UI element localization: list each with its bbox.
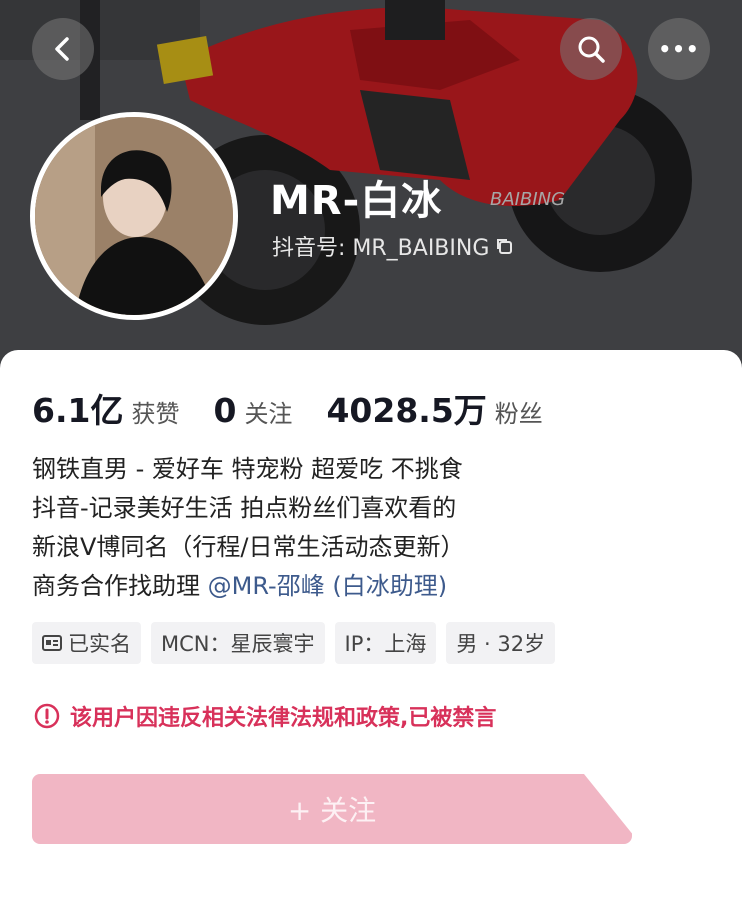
bio-line-3: 新浪V博同名（行程/日常生活动态更新） — [32, 533, 465, 561]
search-button[interactable] — [560, 18, 622, 80]
gender-age-label: 男 · 32岁 — [456, 632, 546, 656]
back-icon — [55, 37, 69, 61]
stats-row: 6.1亿 获赞 0 关注 4028.5万 粉丝 — [32, 384, 577, 432]
search-icon — [578, 36, 605, 63]
gender-age-tag: 男 · 32岁 — [446, 622, 556, 664]
bio-line-2: 抖音-记录美好生活 拍点粉丝们喜欢看的 — [32, 494, 457, 522]
profile-name: MR-白冰 — [270, 178, 443, 224]
verified-label: 已实名 — [68, 632, 131, 656]
mcn-label: MCN：星辰寰宇 — [161, 632, 315, 656]
ban-notice-text: 该用户因违反相关法律法规和政策,已被禁言 — [70, 706, 497, 731]
following-count[interactable]: 0 — [213, 391, 236, 430]
back-button[interactable] — [32, 18, 94, 80]
ban-notice: 该用户因违反相关法律法规和政策,已被禁言 — [34, 700, 496, 732]
more-icon: ••• — [658, 37, 700, 61]
following-label[interactable]: 关注 — [244, 394, 292, 429]
mcn-tag[interactable]: MCN：星辰寰宇 — [151, 622, 325, 664]
douyin-id-text: 抖音号: MR_BAIBING — [272, 236, 490, 261]
follow-button[interactable]: + 关注 — [32, 774, 632, 844]
bio-line-4-text: 商务合作找助理 — [32, 572, 208, 600]
profile-bio: 钢铁直男 - 爱好车 特宠粉 超爱吃 不挑食 抖音-记录美好生活 拍点粉丝们喜欢… — [32, 450, 465, 606]
verified-tag: 已实名 — [32, 622, 141, 664]
likes-count: 6.1亿 — [32, 391, 124, 430]
copy-icon[interactable] — [495, 237, 513, 255]
more-button[interactable]: ••• — [648, 18, 710, 80]
follow-button-label: + 关注 — [287, 794, 377, 827]
profile-banner: BAIBING ••• MR-白冰 抖音号: MR_BAIBING — [0, 0, 742, 380]
assistant-mention-link[interactable]: @MR-邵峰 (白冰助理) — [208, 572, 447, 600]
likes-label: 获赞 — [131, 400, 180, 428]
profile-tags: 已实名 MCN：星辰寰宇 IP：上海 男 · 32岁 — [32, 622, 556, 664]
followers-label[interactable]: 粉丝 — [495, 394, 543, 429]
ip-label: IP：上海 — [344, 632, 427, 656]
avatar-image — [35, 117, 233, 315]
douyin-id: 抖音号: MR_BAIBING — [272, 230, 513, 262]
warning-icon — [34, 703, 60, 729]
avatar[interactable] — [30, 112, 238, 320]
bio-line-4: 商务合作找助理 @MR-邵峰 (白冰助理) — [32, 567, 465, 606]
id-card-icon — [42, 635, 62, 651]
ip-tag: IP：上海 — [334, 622, 437, 664]
bio-line-1: 钢铁直男 - 爱好车 特宠粉 超爱吃 不挑食 — [32, 455, 463, 483]
followers-count[interactable]: 4028.5万 — [326, 384, 486, 432]
